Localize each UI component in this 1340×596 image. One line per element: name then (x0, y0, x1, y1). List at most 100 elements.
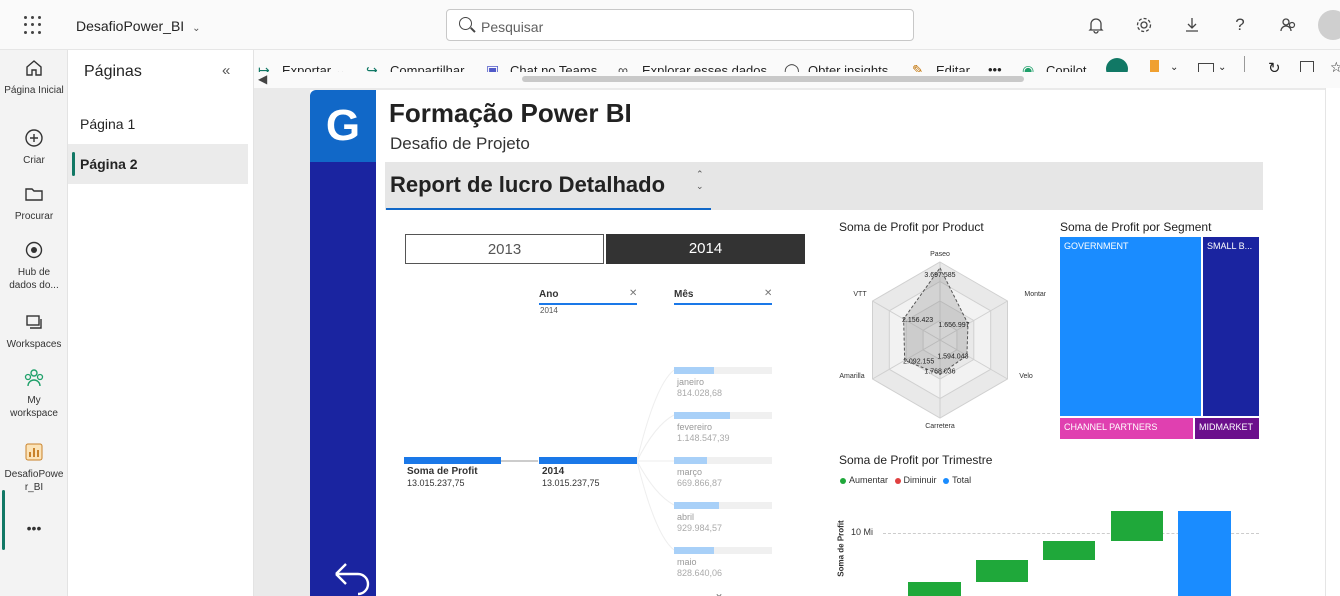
pages-pane: Páginas « Página 1 Página 2 (68, 50, 254, 596)
app-launcher-icon[interactable] (24, 16, 42, 34)
scroll-thumb[interactable] (522, 76, 1024, 82)
year-label: 2014 (542, 466, 565, 477)
month-value: 814.028,68 (677, 388, 723, 398)
year-value: 13.015.237,75 (542, 478, 600, 488)
avatar[interactable] (1318, 10, 1340, 40)
waterfall-bar-q2[interactable] (976, 560, 1028, 582)
download-icon[interactable] (1181, 14, 1203, 36)
treemap-government[interactable]: GOVERNMENT (1060, 237, 1201, 416)
waterfall-bar-total[interactable] (1178, 511, 1231, 596)
rail-label: Procurar (14, 211, 54, 222)
more-icon[interactable]: ••• (0, 521, 68, 535)
month-value: 1.148.547,39 (677, 433, 730, 443)
report-subtitle: Desafio de Projeto (390, 134, 530, 153)
waterfall-bar-q4[interactable] (1111, 511, 1163, 541)
month-value: 929.984,57 (677, 523, 723, 533)
legend-item-total: Total (943, 475, 971, 485)
radar-data-label: 1.768.036 (924, 368, 955, 375)
radar-axis-label: VTT (853, 291, 867, 298)
root-bar[interactable] (404, 457, 501, 464)
radar-axis-label: Amarilla (839, 373, 864, 380)
month-value: 828.640,06 (677, 568, 723, 578)
treemap-small-business[interactable]: SMALL B... (1203, 237, 1259, 416)
expand-chevron-icon[interactable]: ⌄ (714, 586, 724, 596)
rail-active-indicator (2, 490, 5, 550)
month-bar[interactable] (674, 547, 714, 554)
page-item-1[interactable]: Página 1 (68, 104, 248, 144)
top-bar: DesafioPower_BI ⌄ Pesquisar ? (0, 0, 1340, 50)
rail-label: Criar (23, 155, 45, 166)
radar-axis-label: Carretera (925, 423, 955, 430)
rail-label: Workspaces (6, 339, 62, 350)
collapse-pane-icon[interactable]: « (222, 62, 230, 79)
gear-icon[interactable] (1133, 14, 1155, 36)
rail-create[interactable]: Criar (0, 128, 68, 167)
legend-item-decrease: Diminuir (894, 475, 937, 485)
bell-icon[interactable] (1085, 14, 1107, 36)
report-header: Report de lucro Detalhado (390, 172, 666, 197)
month-bar[interactable] (674, 502, 719, 509)
people-icon (6, 368, 62, 390)
month-name: fevereiro (677, 422, 713, 432)
workspace-name: DesafioPower_BI (76, 18, 185, 34)
month-name: janeiro (677, 377, 705, 387)
rail-label: My workspace (10, 395, 58, 419)
folder-icon (0, 184, 68, 206)
root-label: Soma de Profit (407, 466, 478, 477)
header-underline (386, 208, 711, 210)
radar-axis-label: Velo (1019, 373, 1033, 380)
report-title: Formação Power BI (389, 98, 632, 128)
rail-label: DesafioPower_BI (4, 469, 64, 493)
waterfall-title: Soma de Profit por Trimestre (839, 453, 993, 467)
treemap-midmarket[interactable]: MIDMARKET (1195, 418, 1259, 439)
month-name: maio (677, 557, 697, 567)
page-navigator-icon[interactable]: ⌃ ⌄ (696, 168, 704, 192)
search-box[interactable]: Pesquisar (446, 9, 914, 41)
pages-title: Páginas (84, 63, 142, 80)
search-icon (459, 17, 472, 30)
month-bar[interactable] (674, 367, 714, 374)
help-icon[interactable]: ? (1229, 14, 1251, 36)
root-value: 13.015.237,75 (407, 478, 465, 488)
treemap-title: Soma de Profit por Segment (1060, 220, 1212, 234)
legend-item-increase: Aumentar (840, 475, 888, 485)
year-button-2014[interactable]: 2014 (606, 234, 805, 264)
rail-data-hub[interactable]: Hub de dados do... (0, 240, 68, 292)
radar-chart-panel: Soma de Profit por Product PaseoMontanaV… (835, 218, 1046, 442)
year-bar[interactable] (539, 457, 637, 464)
year-button-2013[interactable]: 2013 (405, 234, 604, 264)
horizontal-scrollbar[interactable]: ◀ (254, 72, 1340, 88)
waterfall-y-tick: 10 Mi (851, 527, 874, 537)
search-placeholder: Pesquisar (481, 19, 544, 35)
rail-browse[interactable]: Procurar (0, 184, 68, 223)
rail-my-workspace[interactable]: My workspace (0, 368, 68, 420)
workspace-switcher[interactable]: DesafioPower_BI ⌄ (76, 18, 201, 34)
share-people-icon[interactable] (1277, 14, 1299, 36)
page-item-2[interactable]: Página 2 (68, 144, 248, 184)
rail-label: Página Inicial (4, 85, 64, 96)
radar-data-label: 1.594.043 (937, 354, 968, 361)
left-rail: Página Inicial Criar Procurar Hub de dad… (0, 50, 68, 596)
vertical-scrollbar[interactable] (1325, 88, 1340, 596)
radar-axis-label: Montana (1024, 291, 1046, 298)
rail-current-report[interactable]: DesafioPower_BI (0, 442, 68, 494)
scroll-left-icon[interactable]: ◀ (258, 72, 267, 86)
waterfall-bar-q1[interactable] (908, 582, 961, 596)
back-arrow-icon[interactable] (332, 556, 370, 596)
rail-home[interactable]: Página Inicial (0, 58, 68, 97)
chevron-down-icon: ⌄ (192, 23, 201, 34)
waterfall-bar-q3[interactable] (1043, 541, 1095, 560)
treemap-channel-partners[interactable]: CHANNEL PARTNERS (1060, 418, 1193, 439)
data-hub-icon (8, 240, 60, 262)
rail-workspaces[interactable]: Workspaces (0, 312, 68, 351)
month-bar[interactable] (674, 412, 730, 419)
month-bar[interactable] (674, 457, 707, 464)
workspaces-icon (0, 312, 68, 334)
side-navigation-band (310, 162, 376, 596)
report-icon (4, 442, 64, 464)
waterfall-y-axis-label: Soma de Profit (836, 520, 846, 577)
home-icon (0, 58, 68, 80)
radar-axis-label: Paseo (930, 251, 950, 258)
waterfall-legend: Aumentar Diminuir Total (840, 475, 971, 485)
radar-data-label: 1.656.997 (938, 322, 969, 329)
